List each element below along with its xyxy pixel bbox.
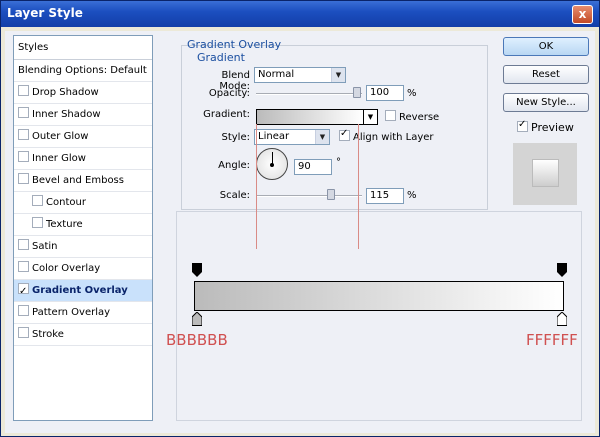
style-item-inner-glow[interactable]: Inner Glow — [14, 148, 152, 170]
style-item-label: Satin — [32, 241, 58, 252]
blend-mode-select[interactable]: Normal ▼ — [254, 67, 346, 83]
chevron-down-icon: ▼ — [315, 130, 329, 144]
new-style-button[interactable]: New Style... — [503, 93, 589, 112]
angle-dial-center — [270, 163, 274, 167]
opacity-slider-thumb[interactable] — [353, 87, 361, 98]
reverse-checkbox-row[interactable]: Reverse — [385, 110, 439, 123]
style-item-label: Outer Glow — [32, 131, 89, 142]
align-with-layer-label: Align with Layer — [353, 132, 434, 143]
style-item-contour[interactable]: Contour — [14, 192, 152, 214]
window-title: Layer Style — [7, 6, 83, 20]
style-item-checkbox[interactable] — [18, 305, 29, 316]
reset-button[interactable]: Reset — [503, 65, 589, 84]
blending-options-item[interactable]: Blending Options: Default — [14, 60, 152, 82]
preview-label: Preview — [531, 121, 574, 134]
style-item-checkbox[interactable] — [18, 173, 29, 184]
style-preview — [513, 143, 577, 205]
opacity-stop-left-icon[interactable] — [192, 263, 202, 277]
preview-checkbox-row[interactable]: Preview — [517, 119, 574, 134]
style-item-label: Bevel and Emboss — [32, 175, 124, 186]
style-item-outer-glow[interactable]: Outer Glow — [14, 126, 152, 148]
gradient-label: Gradient: — [203, 109, 250, 120]
reverse-label: Reverse — [399, 112, 440, 123]
blend-mode-value: Normal — [258, 69, 295, 80]
scale-input[interactable]: 115 — [366, 188, 404, 204]
style-value: Linear — [258, 131, 290, 142]
gradient-dropdown-chevron-icon[interactable]: ▼ — [364, 109, 378, 125]
style-item-checkbox[interactable] — [18, 281, 29, 303]
angle-label: Angle: — [218, 160, 250, 171]
scale-unit: % — [407, 190, 417, 201]
guide-line-left — [256, 124, 257, 249]
style-item-label: Gradient Overlay — [32, 285, 128, 296]
chevron-down-icon: ▼ — [331, 68, 345, 82]
style-item-stroke[interactable]: Stroke — [14, 324, 152, 346]
style-item-checkbox[interactable] — [18, 151, 29, 162]
style-item-checkbox[interactable] — [18, 261, 29, 272]
angle-input[interactable]: 90 — [294, 159, 332, 175]
scale-slider-track[interactable] — [256, 195, 362, 197]
scale-label: Scale: — [219, 190, 250, 201]
style-item-label: Contour — [46, 197, 86, 208]
opacity-stop-right-icon[interactable] — [557, 263, 567, 277]
style-item-checkbox[interactable] — [18, 85, 29, 96]
align-with-layer-row[interactable]: Align with Layer — [339, 128, 434, 143]
style-item-label: Pattern Overlay — [32, 307, 111, 318]
style-item-checkbox[interactable] — [18, 239, 29, 250]
styles-list: Styles Blending Options: Default Drop Sh… — [13, 35, 153, 421]
reverse-checkbox[interactable] — [385, 110, 396, 121]
style-item-checkbox[interactable] — [18, 129, 29, 140]
preview-checkbox[interactable] — [517, 119, 528, 132]
style-item-label: Inner Shadow — [32, 109, 101, 120]
style-item-label: Color Overlay — [32, 263, 101, 274]
opacity-label: Opacity: — [208, 88, 250, 99]
style-item-checkbox[interactable] — [18, 327, 29, 338]
dialog-client-area: Styles Blending Options: Default Drop Sh… — [5, 31, 595, 433]
group-subtitle: Gradient — [197, 51, 245, 64]
style-item-color-overlay[interactable]: Color Overlay — [14, 258, 152, 280]
angle-dial[interactable] — [256, 148, 288, 180]
gradient-picker-swatch[interactable] — [256, 109, 364, 125]
preview-thumbnail — [532, 159, 559, 187]
ok-button[interactable]: OK — [503, 37, 589, 56]
close-button[interactable]: x — [572, 5, 593, 24]
style-item-label: Texture — [46, 219, 83, 230]
style-item-pattern-overlay[interactable]: Pattern Overlay — [14, 302, 152, 324]
guide-line-right — [358, 124, 359, 249]
style-item-label: Stroke — [32, 329, 64, 340]
style-item-checkbox[interactable] — [18, 107, 29, 118]
style-item-satin[interactable]: Satin — [14, 236, 152, 258]
scale-slider-thumb[interactable] — [327, 189, 335, 200]
group-title: Gradient Overlay — [187, 38, 282, 51]
align-with-layer-checkbox[interactable] — [339, 128, 350, 141]
color-stop-right-icon[interactable] — [557, 312, 567, 326]
style-item-checkbox[interactable] — [32, 217, 43, 228]
start-color-label: BBBBBB — [166, 331, 228, 349]
style-item-texture[interactable]: Texture — [14, 214, 152, 236]
style-item-checkbox[interactable] — [32, 195, 43, 206]
style-item-inner-shadow[interactable]: Inner Shadow — [14, 104, 152, 126]
style-item-label: Inner Glow — [32, 153, 86, 164]
styles-header[interactable]: Styles — [14, 36, 152, 60]
opacity-slider-track[interactable] — [256, 93, 362, 95]
gradient-preview-bar[interactable] — [194, 281, 564, 311]
gradient-editor-area — [176, 211, 582, 421]
style-select[interactable]: Linear ▼ — [254, 129, 330, 145]
layer-style-dialog: Layer Style x Styles Blending Options: D… — [0, 0, 600, 437]
style-item-bevel-and-emboss[interactable]: Bevel and Emboss — [14, 170, 152, 192]
title-bar[interactable]: Layer Style x — [1, 1, 599, 27]
opacity-input[interactable]: 100 — [366, 85, 404, 101]
style-item-gradient-overlay[interactable]: Gradient Overlay — [14, 280, 152, 303]
style-item-drop-shadow[interactable]: Drop Shadow — [14, 82, 152, 104]
angle-unit: ° — [336, 157, 341, 168]
color-stop-left-icon[interactable] — [192, 312, 202, 326]
style-label: Style: — [221, 132, 251, 143]
style-item-label: Drop Shadow — [32, 87, 99, 98]
end-color-label: FFFFFF — [526, 331, 578, 349]
opacity-unit: % — [407, 88, 417, 99]
